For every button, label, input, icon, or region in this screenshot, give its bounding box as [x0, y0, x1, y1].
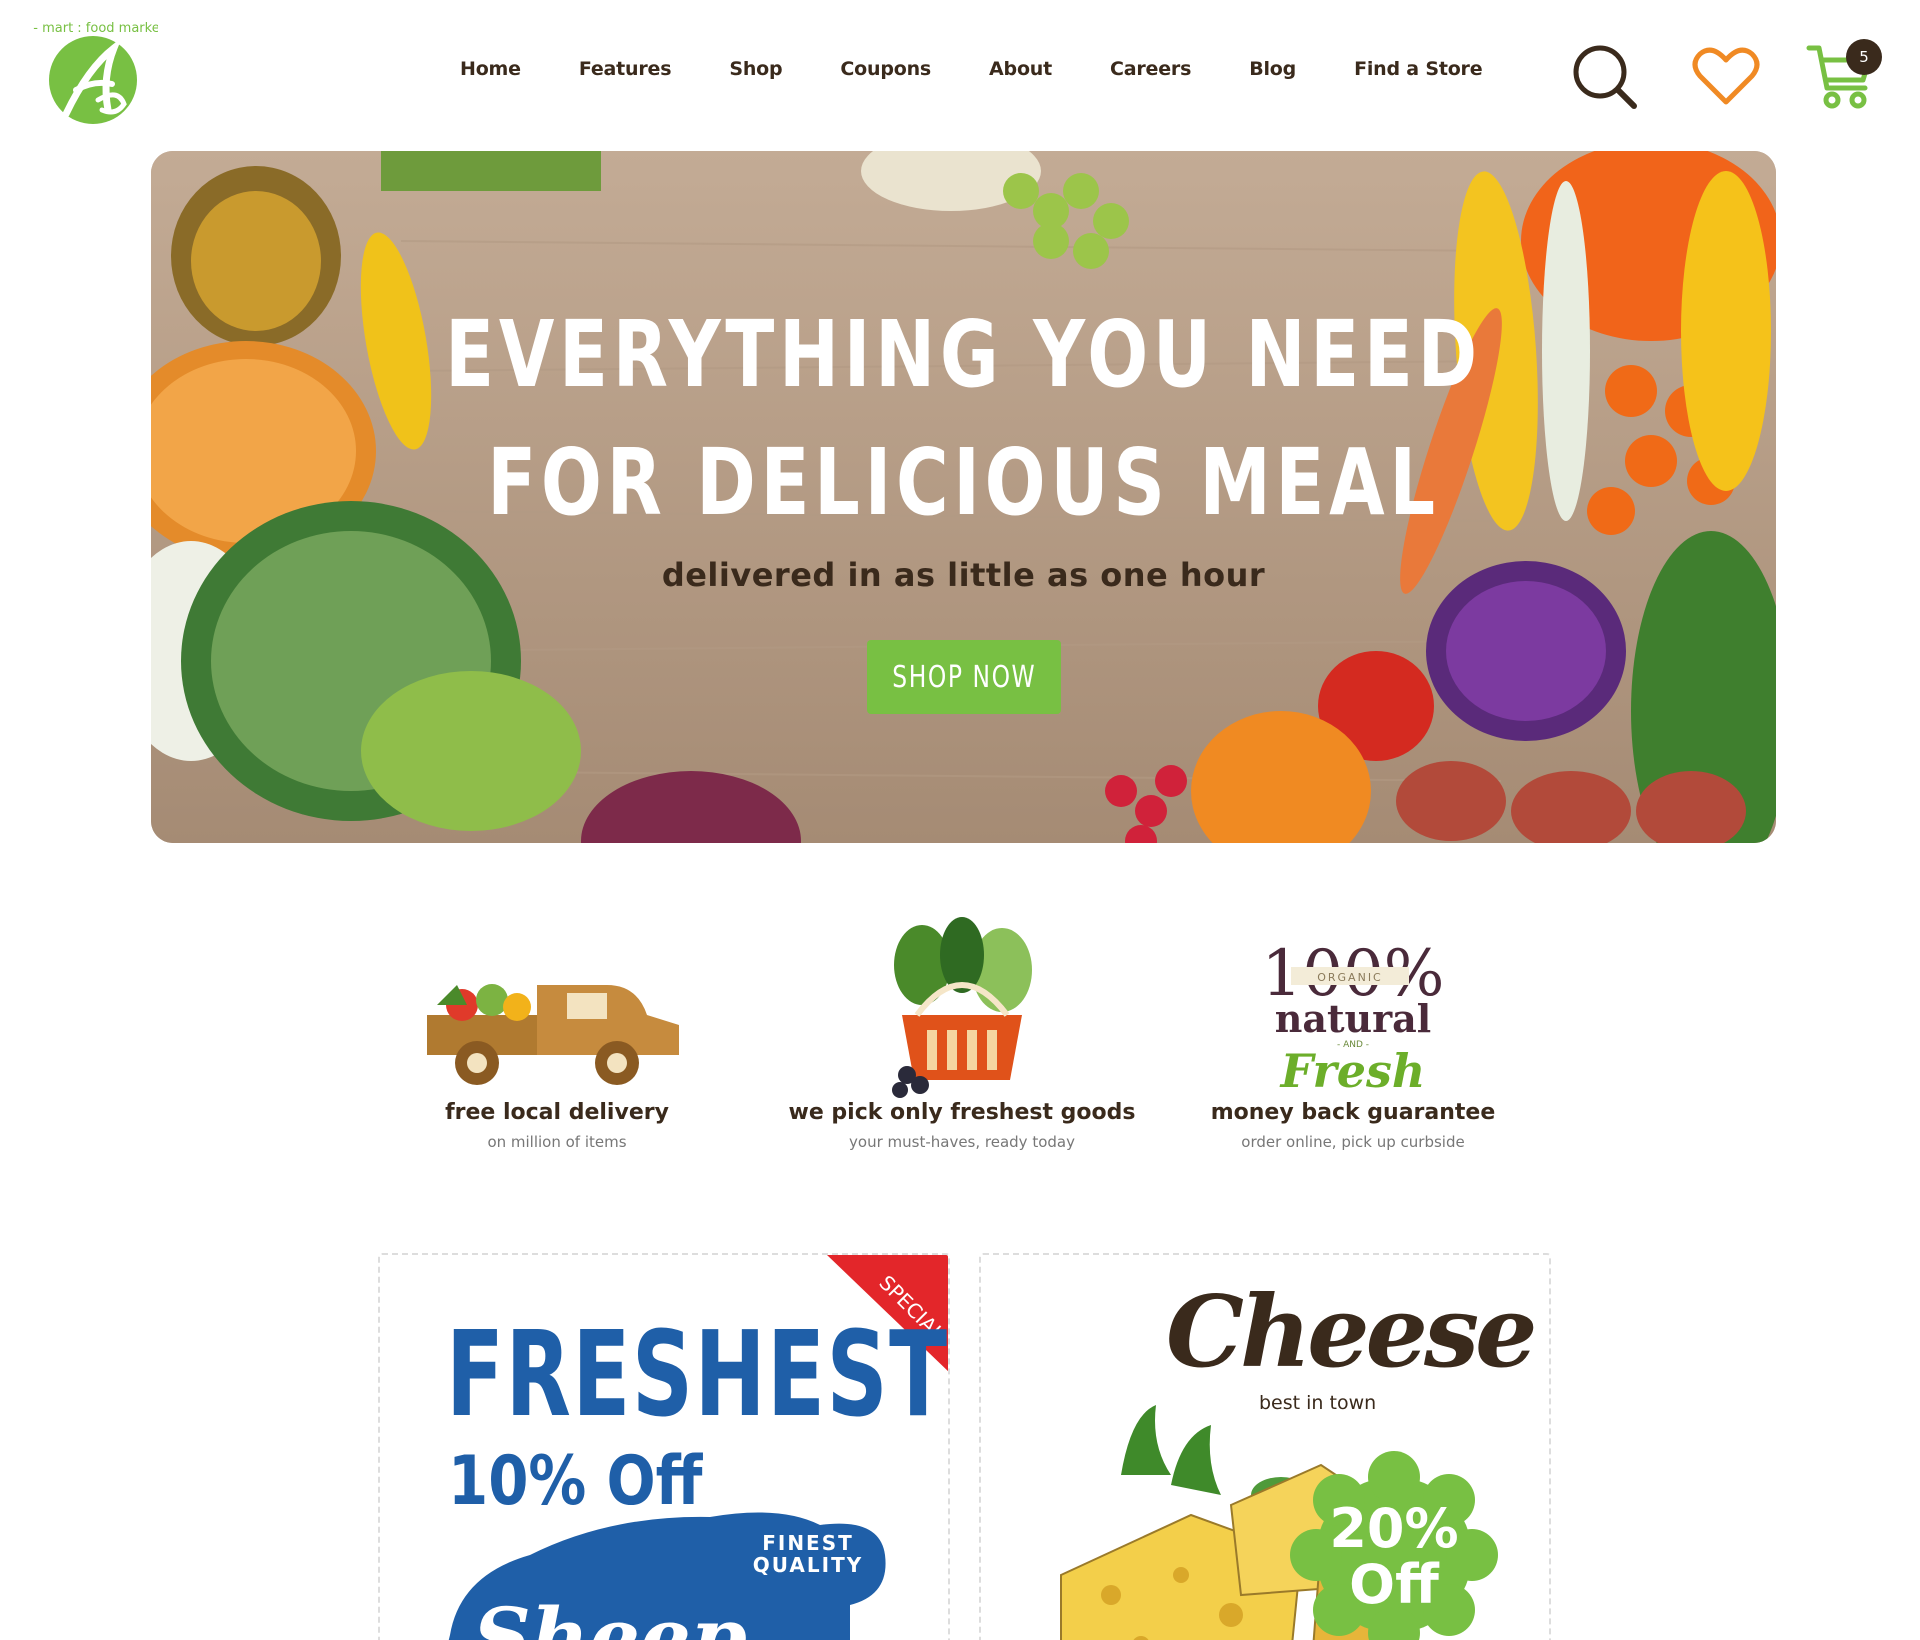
feature-money-back: 100% ORGANIC natural - AND - Fresh money…: [1173, 915, 1533, 1151]
badge-organic: ORGANIC: [1317, 971, 1383, 984]
discount-line1: 20%: [1329, 1497, 1458, 1560]
nav-home[interactable]: Home: [460, 58, 521, 80]
brand-logo[interactable]: a - mart : food market: [21, 18, 165, 138]
hero-subtitle: delivered in as little as one hour: [661, 556, 1266, 594]
delivery-truck-icon: [377, 915, 737, 1100]
feature-freshest-goods: we pick only freshest goods your must-ha…: [782, 915, 1142, 1151]
cart-count-badge: 5: [1846, 39, 1882, 75]
nav-about[interactable]: About: [989, 58, 1052, 80]
feature-title: free local delivery: [445, 1100, 669, 1125]
main-nav: Home Features Shop Coupons About Careers…: [460, 58, 1540, 80]
search-button[interactable]: [1570, 40, 1642, 112]
logo-mark: a - mart : food market: [21, 21, 165, 124]
badge-natural: natural: [1275, 996, 1432, 1041]
nav-find-a-store[interactable]: Find a Store: [1354, 58, 1483, 80]
promo-headline: FRESHEST: [446, 1305, 949, 1443]
promo-discount: 10% Off: [448, 1442, 703, 1521]
feature-title: money back guarantee: [1210, 1100, 1496, 1125]
hero-title-line2: FOR DELICIOUS MEAL: [487, 429, 1440, 536]
heart-icon: [1692, 47, 1760, 105]
feature-free-delivery: free local delivery on million of items: [377, 915, 737, 1151]
feature-subtitle: order online, pick up curbside: [1241, 1133, 1465, 1151]
shop-now-label: SHOP NOW: [892, 659, 1036, 695]
hero-banner: EVERYTHING YOU NEED FOR DELICIOUS MEAL d…: [151, 151, 1776, 843]
nav-features[interactable]: Features: [579, 58, 672, 80]
badge-fresh: Fresh: [1279, 1044, 1426, 1098]
logo-text: a - mart : food market: [28, 21, 158, 36]
search-icon: [1573, 45, 1637, 109]
feature-subtitle: on million of items: [487, 1133, 627, 1151]
wishlist-button[interactable]: [1690, 40, 1762, 112]
site-header: a - mart : food market Home Features Sho…: [0, 0, 1920, 150]
nav-careers[interactable]: Careers: [1110, 58, 1191, 80]
nav-blog[interactable]: Blog: [1249, 58, 1296, 80]
sheep-product: Sheep: [473, 1590, 747, 1640]
vegetable-basket-icon: [782, 915, 1142, 1100]
promo-card-cheese[interactable]: 20% Off Cheese best in town: [979, 1253, 1551, 1640]
nav-coupons[interactable]: Coupons: [840, 58, 931, 80]
feature-subtitle: your must-haves, ready today: [849, 1133, 1075, 1151]
promo-headline: Cheese: [1166, 1275, 1537, 1390]
feature-title: we pick only freshest goods: [788, 1100, 1136, 1125]
discount-line2: Off: [1349, 1553, 1440, 1616]
promo-subtitle: best in town: [1259, 1392, 1377, 1414]
organic-badge-icon: 100% ORGANIC natural - AND - Fresh: [1173, 915, 1533, 1100]
nav-shop[interactable]: Shop: [729, 58, 782, 80]
promo-card-sheep[interactable]: SPECIAL FINEST QUALITY Sheep FRESHEST 10…: [378, 1253, 950, 1640]
sheep-tag-bottom: QUALITY: [753, 1553, 863, 1577]
shop-now-button[interactable]: SHOP NOW: [867, 640, 1061, 714]
hero-title-line1: EVERYTHING YOU NEED: [445, 301, 1482, 408]
sheep-tag-top: FINEST: [762, 1531, 854, 1555]
